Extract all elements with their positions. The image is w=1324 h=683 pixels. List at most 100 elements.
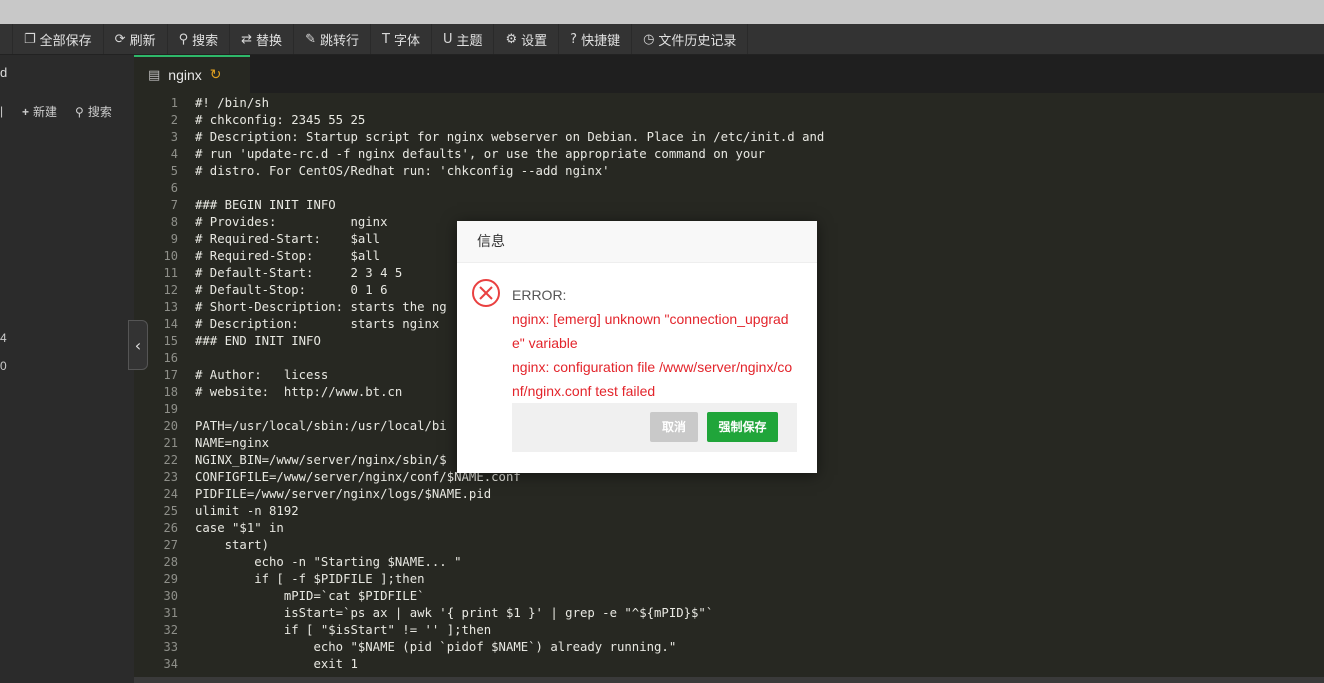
tab-nginx[interactable]: ▤ nginx ↻ — [134, 55, 250, 93]
line-number: 12 — [163, 283, 178, 297]
line-number: 11 — [163, 266, 178, 280]
sidebar-fragment-2: 0 — [0, 359, 7, 373]
code-line: PIDFILE=/www/server/nginx/logs/$NAME.pid — [195, 487, 492, 501]
new-file-button[interactable]: + 新建 — [22, 103, 57, 120]
sidebar-collapse-button[interactable]: ‹ — [128, 320, 148, 370]
shortcuts-label: 快捷键 — [581, 32, 621, 48]
font-button[interactable]: T 字体 — [371, 24, 432, 54]
line-number: 22 — [163, 453, 178, 467]
code-line: # distro. For CentOS/Redhat run: 'chkcon… — [195, 164, 610, 178]
goto-line-button[interactable]: ✎ 跳转行 — [294, 24, 371, 54]
line-number: 23 — [163, 470, 178, 484]
replace-button[interactable]: ⇄ 替换 — [230, 24, 295, 54]
sidebar-tools: | + 新建 ⚲ 搜索 — [0, 101, 134, 121]
code-line: # Description: Startup script for nginx … — [195, 130, 825, 144]
line-number: 13 — [163, 300, 178, 314]
code-line: echo -n "Starting $NAME... " — [195, 555, 462, 569]
line-number: 3 — [170, 130, 178, 144]
line-number: 29 — [163, 572, 178, 586]
cancel-button[interactable]: 取消 — [650, 412, 698, 442]
line-number: 34 — [163, 657, 178, 671]
code-line: if [ -f $PIDFILE ];then — [195, 572, 425, 586]
horizontal-scrollbar[interactable] — [134, 677, 1324, 683]
font-label: 字体 — [393, 32, 420, 48]
line-number: 20 — [163, 419, 178, 433]
save-all-button[interactable]: ❐ 全部保存 — [13, 24, 104, 54]
settings-label: 设置 — [521, 32, 548, 48]
code-line: case "$1" in — [195, 521, 284, 535]
replace-label: 替换 — [256, 32, 283, 48]
line-number: 27 — [163, 538, 178, 552]
theme-label: 主题 — [456, 32, 483, 48]
code-line: # chkconfig: 2345 55 25 — [195, 113, 366, 127]
search-icon: ⚲ — [178, 31, 189, 47]
sidebar-search-button[interactable]: ⚲ 搜索 — [75, 103, 112, 120]
theme-icon: U — [442, 31, 453, 47]
line-number: 25 — [163, 504, 178, 518]
line-number: 9 — [170, 232, 178, 246]
help-icon: ? — [570, 31, 578, 47]
code-line: exit 1 — [195, 657, 358, 671]
line-number: 10 — [163, 249, 178, 263]
error-dialog: 信息 ERROR: nginx: [emerg] unknown "connec… — [457, 221, 817, 473]
editor-toolbar: ❐ 全部保存 ⟳ 刷新 ⚲ 搜索 ⇄ 替换 ✎ 跳转行 T 字体 U 主题 ⚙ 设置 ? 快捷键 … — [0, 24, 1324, 55]
goto-line-label: 跳转行 — [319, 32, 359, 48]
shortcuts-button[interactable]: ? 快捷键 — [559, 24, 633, 54]
code-line: mPID=`cat $PIDFILE` — [195, 589, 425, 603]
line-number: 24 — [163, 487, 178, 501]
plus-icon: + — [22, 104, 30, 119]
search-icon: ⚲ — [75, 104, 84, 119]
force-save-button[interactable]: 强制保存 — [707, 412, 778, 442]
line-number: 28 — [163, 555, 178, 569]
history-icon: ◷ — [643, 31, 655, 47]
line-number: 6 — [170, 181, 178, 195]
text-icon: T — [381, 31, 390, 47]
file-icon: ▤ — [148, 67, 161, 83]
refresh-label: 刷新 — [129, 32, 156, 48]
sidebar-cut-item: | — [0, 104, 4, 118]
line-gutter: 1 2 3 4 5 6 7 8 9 10 11 12 13 14 15 16 17 18 19 20 21 22 23 24 2… — [134, 95, 182, 673]
window-top-strip — [0, 0, 1324, 24]
line-number: 21 — [163, 436, 178, 450]
refresh-button[interactable]: ⟳ 刷新 — [104, 24, 168, 54]
code-line: if [ "$isStart" != '' ];then — [195, 623, 492, 637]
code-line: #! /bin/sh — [195, 96, 270, 110]
search-button[interactable]: ⚲ 搜索 — [168, 24, 231, 54]
line-number: 5 — [170, 164, 178, 178]
tab-bar: ▤ nginx ↻ — [134, 55, 1324, 93]
error-message-1: nginx: [emerg] unknown "connection_upgra… — [512, 311, 789, 351]
tab-filename: nginx — [168, 67, 202, 83]
line-number: 33 — [163, 640, 178, 654]
sidebar-head-fragment: d — [0, 65, 8, 80]
file-history-label: 文件历史记录 — [658, 32, 737, 48]
copy-icon: ❐ — [24, 31, 36, 47]
line-number: 26 — [163, 521, 178, 535]
line-number: 8 — [170, 215, 178, 229]
code-line: ulimit -n 8192 — [195, 504, 299, 518]
error-label: ERROR: — [512, 287, 567, 303]
dialog-button-area: 取消 强制保存 — [512, 403, 797, 452]
error-message-2: nginx: configuration file /www/server/ng… — [512, 359, 793, 399]
line-number: 7 — [170, 198, 178, 212]
settings-button[interactable]: ⚙ 设置 — [494, 24, 560, 54]
file-sidebar: d | + 新建 ⚲ 搜索 4 0 — [0, 55, 134, 683]
code-line: ### BEGIN INIT INFO — [195, 198, 336, 212]
toolbar-cut-item — [0, 24, 13, 54]
search-label: 搜索 — [192, 32, 219, 48]
line-number: 19 — [163, 402, 178, 416]
line-number: 18 — [163, 385, 178, 399]
line-number: 4 — [170, 147, 178, 161]
line-number: 32 — [163, 623, 178, 637]
sidebar-search-label: 搜索 — [87, 104, 112, 119]
line-number: 1 — [170, 96, 178, 110]
chevron-left-icon: ‹ — [134, 335, 142, 355]
modified-icon: ↻ — [209, 67, 222, 83]
pushpin-icon: ✎ — [305, 31, 316, 47]
code-line: start) — [195, 538, 270, 552]
theme-button[interactable]: U 主题 — [432, 24, 495, 54]
line-number: 30 — [163, 589, 178, 603]
replace-icon: ⇄ — [241, 31, 253, 47]
file-history-button[interactable]: ◷ 文件历史记录 — [632, 24, 749, 54]
line-number: 2 — [170, 113, 178, 127]
